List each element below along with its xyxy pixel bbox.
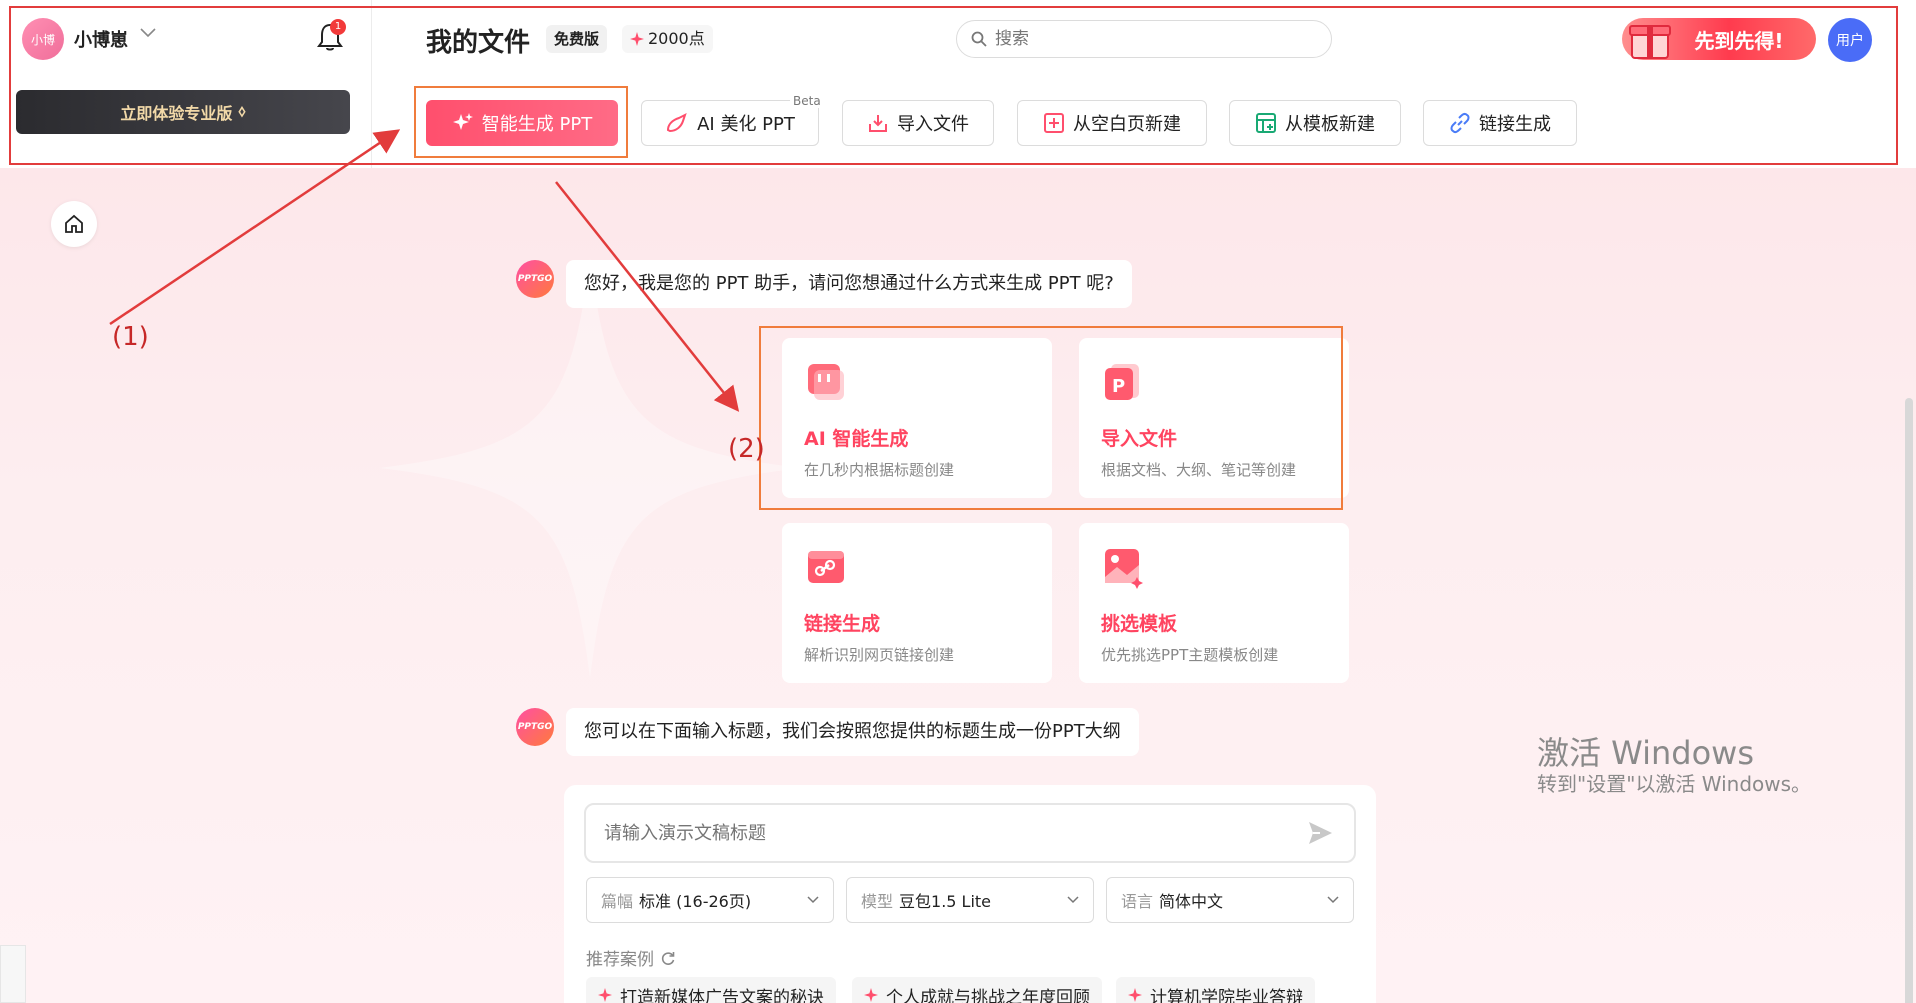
- model-key: 模型: [861, 892, 894, 911]
- recommendation-chip[interactable]: 打造新媒体广告文案的秘诀: [586, 977, 836, 1003]
- link-card-icon: [808, 551, 844, 583]
- prompt-message: 您可以在下面输入标题，我们会按照您提供的标题生成一份PPT大纲: [566, 708, 1139, 756]
- recommended-label: 推荐案例: [586, 950, 654, 970]
- background-star-decoration: [380, 258, 800, 678]
- main-area: PPTGO 您好，我是您的 PPT 助手，请问您想通过什么方式来生成 PPT 呢…: [0, 168, 1916, 1003]
- home-icon: [65, 214, 83, 233]
- length-select[interactable]: 篇幅 标准 (16-26页): [586, 877, 834, 923]
- chevron-down-icon: [807, 892, 819, 908]
- language-value: 简体中文: [1159, 892, 1224, 911]
- recommendation-text: 计算机学院毕业答辩: [1150, 987, 1303, 1003]
- composer-panel: 篇幅 标准 (16-26页) 模型 豆包1.5 Lite 语言 简体中文 推荐案…: [564, 785, 1376, 1003]
- sparkle-icon: [864, 988, 878, 1002]
- model-select[interactable]: 模型 豆包1.5 Lite: [846, 877, 1094, 923]
- title-input[interactable]: [584, 803, 1356, 863]
- greeting-message: 您好，我是您的 PPT 助手，请问您想通过什么方式来生成 PPT 呢?: [566, 260, 1132, 308]
- image-template-icon: [1105, 549, 1143, 589]
- recommendation-text: 打造新媒体广告文案的秘诀: [620, 987, 824, 1003]
- card-pick-template[interactable]: 挑选模板 优先挑选PPT主题模板创建: [1079, 523, 1349, 683]
- recommendation-text: 个人成就与挑战之年度回顾: [886, 987, 1090, 1003]
- annotation-box-cards: [759, 326, 1343, 510]
- chevron-down-icon: [1067, 892, 1079, 908]
- card-desc: 解析识别网页链接创建: [804, 646, 955, 664]
- windows-watermark-subtitle: 转到"设置"以激活 Windows。: [1537, 772, 1812, 796]
- length-key: 篇幅: [601, 892, 634, 911]
- side-corner-tab[interactable]: [0, 945, 26, 1003]
- bot-avatar: PPTGO: [516, 708, 554, 746]
- send-icon[interactable]: [1306, 819, 1334, 847]
- card-title: 链接生成: [804, 613, 881, 635]
- language-key: 语言: [1121, 892, 1154, 911]
- gift-icon: [1629, 25, 1671, 59]
- recommendation-chip[interactable]: 计算机学院毕业答辩: [1116, 977, 1315, 1003]
- sparkle-icon: [598, 988, 612, 1002]
- annotation-box-header: [9, 6, 1898, 165]
- annotation-label-2: (2): [728, 434, 765, 464]
- recommendation-chip[interactable]: 个人成就与挑战之年度回顾: [852, 977, 1102, 1003]
- sparkle-icon: [1128, 988, 1142, 1002]
- card-link-generate[interactable]: 链接生成 解析识别网页链接创建: [782, 523, 1052, 683]
- home-button[interactable]: [51, 201, 97, 247]
- annotation-box-smart-ppt: [414, 86, 628, 158]
- card-desc: 优先挑选PPT主题模板创建: [1101, 646, 1279, 664]
- card-title: 挑选模板: [1101, 613, 1178, 635]
- length-value: 标准 (16-26页): [639, 892, 752, 911]
- bot-avatar: PPTGO: [516, 260, 554, 298]
- annotation-label-1: (1): [112, 322, 149, 352]
- chevron-down-icon: [1327, 892, 1339, 908]
- refresh-icon[interactable]: [660, 950, 676, 966]
- model-value: 豆包1.5 Lite: [899, 892, 992, 911]
- language-select[interactable]: 语言 简体中文: [1106, 877, 1354, 923]
- scrollbar[interactable]: [1905, 398, 1913, 1003]
- recommended-header: 推荐案例: [586, 945, 676, 970]
